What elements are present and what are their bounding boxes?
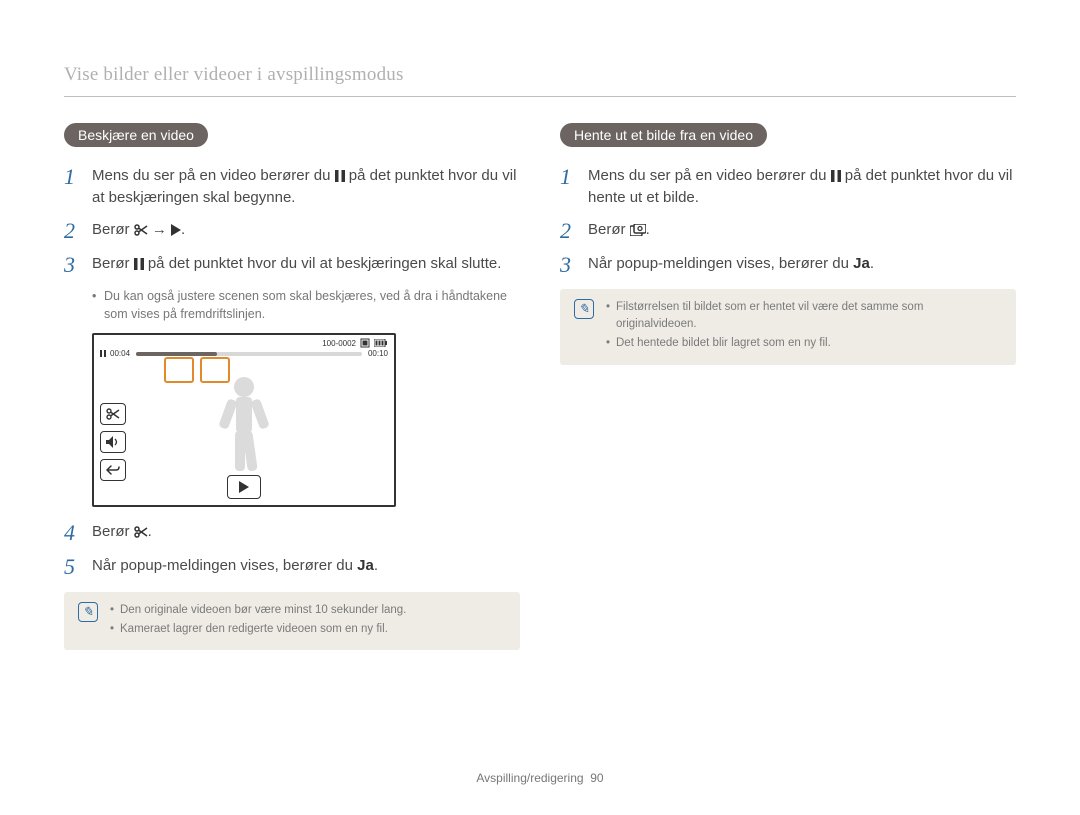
heading-extract-image: Hente ut et bilde fra en video: [560, 123, 767, 147]
text: .: [374, 557, 378, 574]
note-item: Det hentede bildet blir lagret som en ny…: [606, 335, 1002, 352]
text: Mens du ser på en video berører du: [588, 167, 831, 184]
text: Mens du ser på en video berører du: [92, 167, 335, 184]
step-number: 2: [560, 219, 588, 243]
capture-image-icon: [630, 224, 646, 236]
step-text: Når popup-meldingen vises, berører du Ja…: [92, 555, 378, 577]
text: Når popup-meldingen vises, berører du: [92, 557, 357, 574]
right-column: Hente ut et bilde fra en video 1 Mens du…: [560, 123, 1016, 650]
text: .: [646, 221, 650, 238]
play-icon: [171, 224, 181, 236]
volume-button[interactable]: [100, 431, 126, 453]
step-number: 1: [560, 165, 588, 189]
arrow-text: →: [148, 221, 171, 238]
trim-handle-start[interactable]: [164, 357, 194, 383]
text: på det punktet hvor du vil at beskjæring…: [144, 255, 502, 272]
page-title: Vise bilder eller videoer i avspillingsm…: [64, 64, 1016, 97]
note-item: Kameraet lagrer den redigerte videoen so…: [110, 621, 406, 638]
step-number: 5: [64, 555, 92, 579]
pause-icon: [100, 350, 106, 357]
step-text: Mens du ser på en video berører du på de…: [92, 165, 520, 209]
battery-icon: [374, 339, 388, 347]
page-footer: Avspilling/redigering 90: [0, 771, 1080, 785]
time-current: 00:04: [110, 349, 130, 358]
storage-icon: [360, 338, 370, 348]
scissors-icon: [134, 224, 148, 236]
note-item: Filstørrelsen til bildet som er hentet v…: [606, 299, 1002, 334]
text: .: [181, 221, 185, 238]
pause-icon: [831, 170, 841, 182]
text: Når popup-meldingen vises, berører du: [588, 255, 853, 272]
step-text: Når popup-meldingen vises, berører du Ja…: [588, 253, 874, 275]
back-button[interactable]: [100, 459, 126, 481]
step-number: 1: [64, 165, 92, 189]
time-total: 00:10: [368, 349, 388, 358]
step-text: Berør .: [92, 521, 152, 543]
info-icon: ✎: [574, 299, 594, 319]
text: Berør: [92, 255, 134, 272]
bold-text: Ja: [357, 557, 374, 574]
info-note: ✎ Filstørrelsen til bildet som er hentet…: [560, 289, 1016, 365]
step-text: Mens du ser på en video berører du på de…: [588, 165, 1016, 209]
left-steps: 1 Mens du ser på en video berører du på …: [64, 165, 520, 277]
text: Berør: [588, 221, 630, 238]
text: Berør: [92, 221, 134, 238]
footer-page-number: 90: [590, 771, 603, 785]
step-number: 2: [64, 219, 92, 243]
pause-icon: [134, 258, 144, 270]
step-text: Berør → .: [92, 219, 185, 241]
step-number: 4: [64, 521, 92, 545]
text: .: [870, 255, 874, 272]
right-steps: 1 Mens du ser på en video berører du på …: [560, 165, 1016, 277]
trim-button[interactable]: [100, 403, 126, 425]
sub-bullet: Du kan også justere scenen som skal besk…: [92, 287, 520, 323]
play-button[interactable]: [227, 475, 261, 499]
left-column: Beskjære en video 1 Mens du ser på en vi…: [64, 123, 520, 650]
note-item: Den originale videoen bør være minst 10 …: [110, 602, 406, 619]
video-preview-silhouette: [209, 373, 279, 483]
sub-bullets: Du kan også justere scenen som skal besk…: [92, 287, 520, 323]
scissors-icon: [134, 526, 148, 538]
pause-icon: [335, 170, 345, 182]
left-steps-continued: 4 Berør . 5 Når popup-meldingen vises, b…: [64, 521, 520, 579]
step-number: 3: [560, 253, 588, 277]
video-editor-mock: 100-0002 00:04 00:10: [92, 333, 396, 507]
footer-section: Avspilling/redigering: [476, 771, 583, 785]
step-text: Berør .: [588, 219, 650, 241]
file-number-label: 100-0002: [322, 339, 356, 348]
heading-trim-video: Beskjære en video: [64, 123, 208, 147]
text: Berør: [92, 523, 134, 540]
step-text: Berør på det punktet hvor du vil at besk…: [92, 253, 501, 275]
info-icon: ✎: [78, 602, 98, 622]
bold-text: Ja: [853, 255, 870, 272]
step-number: 3: [64, 253, 92, 277]
text: .: [148, 523, 152, 540]
info-note: ✎ Den originale videoen bør være minst 1…: [64, 592, 520, 651]
progress-bar[interactable]: [136, 352, 362, 356]
